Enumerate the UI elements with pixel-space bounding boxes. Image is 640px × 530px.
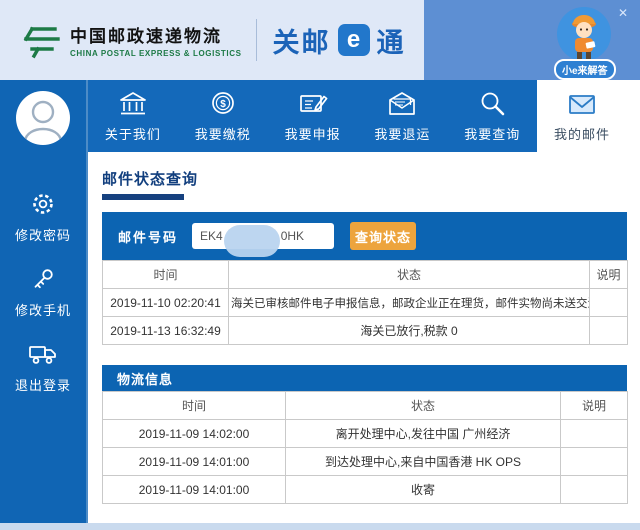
logistics-table: 时间 状态 说明 2019-11-09 14:02:00 离开处理中心,发往中国… [102,391,628,504]
mascot-label: 小e来解答 [554,59,616,80]
sidebar-item-label: 修改手机 [15,300,71,319]
cell-time: 2019-11-09 14:01:00 [103,448,286,476]
logo-text: 中国邮政速递物流 CHINA POSTAL EXPRESS & LOGISTIC… [70,22,242,58]
sidebar-item-label: 修改密码 [15,225,71,244]
tab-label: 关于我们 [105,124,161,143]
col-header-note: 说明 [561,392,628,420]
query-status-button[interactable]: 查询状态 [350,222,416,250]
logistics-section: 物流信息 时间 状态 说明 2019-11-09 14:02:00 离开处理中心… [102,365,640,504]
header-brand-area: 中国邮政速递物流 CHINA POSTAL EXPRESS & LOGISTIC… [0,0,424,80]
cell-status: 到达处理中心,来自中国香港 HK OPS [286,448,561,476]
col-header-time: 时间 [103,392,286,420]
table-header-row: 时间 状态 说明 [103,392,628,420]
table-row: 2019-11-13 16:32:49 海关已放行,税款 0 [103,317,628,345]
user-avatar[interactable] [16,91,70,145]
app-name: 关邮e通 [273,21,406,60]
helper-mascot[interactable]: 小e来解答 [554,7,614,80]
tab-pay-tax[interactable]: $ 我要缴税 [178,80,268,152]
mascot-avatar [557,7,611,61]
return-mail-icon [386,90,418,118]
cell-note [590,289,628,317]
china-post-logo-icon [22,20,62,60]
app-name-prefix: 关邮 [273,21,331,60]
sidebar-item-label: 退出登录 [15,375,71,394]
cell-time: 2019-11-09 14:01:00 [103,476,286,504]
primary-nav: 关于我们 $ 我要缴税 [88,80,627,152]
col-header-status: 状态 [286,392,561,420]
title-underline [102,194,184,200]
tab-query[interactable]: 我要查询 [447,80,537,152]
col-header-time: 时间 [103,261,229,289]
postal-worker-icon [562,11,606,61]
truck-icon [28,341,58,367]
table-row: 2019-11-10 02:20:41 海关已审核邮件电子申报信息，邮政企业正在… [103,289,628,317]
tab-return-shipment[interactable]: 我要退运 [357,80,447,152]
cell-status: 收寄 [286,476,561,504]
app-header: 中国邮政速递物流 CHINA POSTAL EXPRESS & LOGISTIC… [0,0,640,80]
cell-status: 海关已审核邮件电子申报信息，邮政企业正在理货，邮件实物尚未送交海关 [229,289,590,317]
app-name-suffix: 通 [377,21,406,60]
app-window: 中国邮政速递物流 CHINA POSTAL EXPRESS & LOGISTIC… [0,0,640,523]
tab-label: 我要申报 [285,124,341,143]
search-icon [476,90,508,118]
col-header-note: 说明 [590,261,628,289]
content-area: 邮件状态查询 邮件号码 EK4 0HK 查询状态 时间 [88,152,640,504]
mail-number-label: 邮件号码 [118,227,178,246]
sidebar-item-logout[interactable]: 退出登录 [15,341,71,394]
table-row: 2019-11-09 14:01:00 收寄 [103,476,628,504]
e-badge: e [338,24,370,56]
table-header-row: 时间 状态 说明 [103,261,628,289]
close-icon[interactable]: ✕ [618,6,628,20]
declare-icon [297,90,329,118]
logo-subtitle: CHINA POSTAL EXPRESS & LOGISTICS [70,49,242,58]
tab-my-mail[interactable]: 我的邮件 [537,80,627,152]
logo-title: 中国邮政速递物流 [70,22,242,47]
sidebar: 修改密码 修改手机 退出登录 [0,80,88,523]
mail-number-prefix: EK4 [200,229,223,243]
main-area: 关于我们 $ 我要缴税 [88,80,640,523]
sidebar-item-change-phone[interactable]: 修改手机 [15,266,71,319]
mail-number-suffix: 0HK [281,229,304,243]
table-row: 2019-11-09 14:01:00 到达处理中心,来自中国香港 HK OPS [103,448,628,476]
header-right-area: ✕ 小e来解答 [424,0,640,80]
tab-declare[interactable]: 我要申报 [268,80,358,152]
coin-icon: $ [207,90,239,118]
bank-icon [117,90,149,118]
logistics-title: 物流信息 [102,365,627,391]
key-icon [30,266,56,292]
cell-note [561,476,628,504]
mail-status-table: 时间 状态 说明 2019-11-10 02:20:41 海关已审核邮件电子申报… [102,260,628,345]
tab-label: 我的邮件 [554,124,610,143]
cell-note [561,448,628,476]
tab-label: 我要退运 [374,124,430,143]
svg-text:$: $ [220,99,226,110]
cell-time: 2019-11-09 14:02:00 [103,420,286,448]
cell-note [561,420,628,448]
tab-about-us[interactable]: 关于我们 [88,80,178,152]
cell-time: 2019-11-10 02:20:41 [103,289,229,317]
mail-number-input[interactable]: EK4 0HK [192,223,334,249]
page-title: 邮件状态查询 [102,168,640,189]
cell-time: 2019-11-13 16:32:49 [103,317,229,345]
header-divider [256,19,257,61]
tab-label: 我要查询 [464,124,520,143]
sidebar-item-change-password[interactable]: 修改密码 [15,191,71,244]
cell-status: 离开处理中心,发往中国 广州经济 [286,420,561,448]
person-icon [16,91,70,145]
cell-note [590,317,628,345]
mail-icon [566,90,598,118]
gear-icon [30,191,56,217]
table-row: 2019-11-09 14:02:00 离开处理中心,发往中国 广州经济 [103,420,628,448]
mail-query-panel: 邮件号码 EK4 0HK 查询状态 [102,212,627,260]
china-post-logo: 中国邮政速递物流 CHINA POSTAL EXPRESS & LOGISTIC… [22,20,242,60]
tab-label: 我要缴税 [195,124,251,143]
cell-status: 海关已放行,税款 0 [229,317,590,345]
col-header-status: 状态 [229,261,590,289]
redacted-blob [224,225,280,257]
